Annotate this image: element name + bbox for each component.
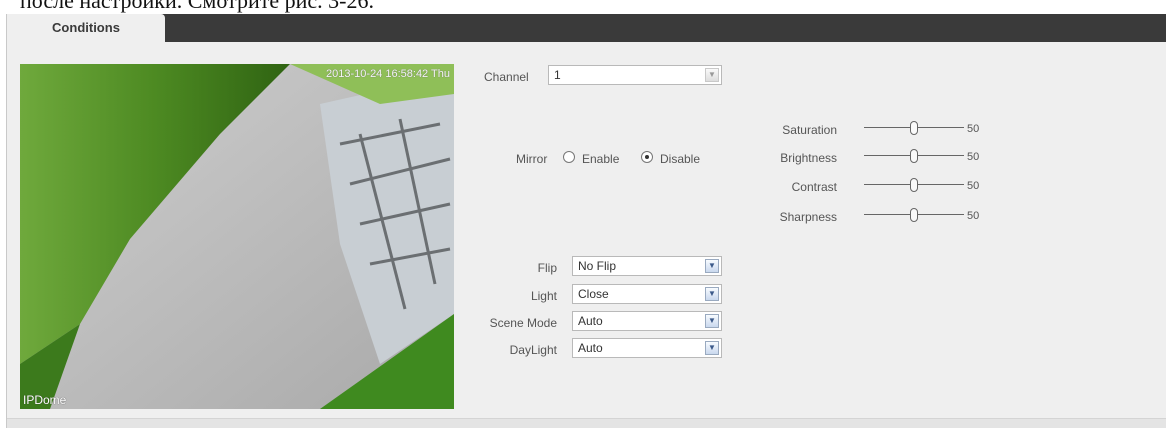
mirror-enable-radio[interactable] xyxy=(563,151,575,163)
saturation-label: Saturation xyxy=(782,123,837,137)
channel-select[interactable]: 1 ▼ xyxy=(548,65,722,85)
contrast-slider[interactable] xyxy=(864,178,964,192)
slider-thumb[interactable] xyxy=(910,121,918,135)
mirror-disable-radio[interactable] xyxy=(641,151,653,163)
flip-label: Flip xyxy=(537,261,557,275)
channel-label: Channel xyxy=(484,70,529,84)
contrast-label: Contrast xyxy=(791,180,837,194)
camera-image xyxy=(20,64,454,409)
contrast-value: 50 xyxy=(967,180,980,192)
document-caption: после настройки. Смотрите рис. 3-26. xyxy=(20,0,374,13)
video-preview: 2013-10-24 16:58:42 Thu IPDome xyxy=(20,64,454,409)
light-value: Close xyxy=(578,287,609,301)
light-select[interactable]: Close ▼ xyxy=(572,284,722,304)
saturation-value: 50 xyxy=(967,123,980,135)
daylight-select[interactable]: Auto ▼ xyxy=(572,338,722,358)
chevron-down-icon: ▼ xyxy=(705,341,719,355)
brightness-slider[interactable] xyxy=(864,149,964,163)
brightness-label: Brightness xyxy=(780,151,837,165)
scene-mode-label: Scene Mode xyxy=(489,316,557,330)
slider-thumb[interactable] xyxy=(910,178,918,192)
sharpness-slider[interactable] xyxy=(864,208,964,222)
flip-value: No Flip xyxy=(578,259,617,273)
tab-bar: Conditions xyxy=(7,14,1166,42)
light-label: Light xyxy=(530,289,557,303)
tab-conditions[interactable]: Conditions xyxy=(7,14,165,42)
daylight-value: Auto xyxy=(578,341,603,355)
conditions-panel: Conditions 2013-10-24 16:58:42 Thu IPDom… xyxy=(6,14,1166,428)
chevron-down-icon: ▼ xyxy=(705,287,719,301)
mirror-disable-label: Disable xyxy=(660,152,701,166)
mirror-enable-label: Enable xyxy=(582,152,620,166)
osd-camera-name: IPDome xyxy=(23,393,67,407)
brightness-value: 50 xyxy=(967,151,980,163)
chevron-down-icon: ▼ xyxy=(705,314,719,328)
chevron-down-icon: ▼ xyxy=(705,259,719,273)
slider-thumb[interactable] xyxy=(910,149,918,163)
osd-timestamp: 2013-10-24 16:58:42 Thu xyxy=(326,68,450,80)
sharpness-value: 50 xyxy=(967,210,980,222)
saturation-slider[interactable] xyxy=(864,121,964,135)
sharpness-label: Sharpness xyxy=(779,210,837,224)
daylight-label: DayLight xyxy=(509,343,557,357)
flip-select[interactable]: No Flip ▼ xyxy=(572,256,722,276)
slider-thumb[interactable] xyxy=(910,208,918,222)
channel-value: 1 xyxy=(554,68,561,82)
bottom-bar xyxy=(7,418,1166,428)
scene-mode-value: Auto xyxy=(578,314,603,328)
mirror-label: Mirror xyxy=(516,152,548,166)
chevron-down-icon: ▼ xyxy=(705,68,719,82)
scene-mode-select[interactable]: Auto ▼ xyxy=(572,311,722,331)
